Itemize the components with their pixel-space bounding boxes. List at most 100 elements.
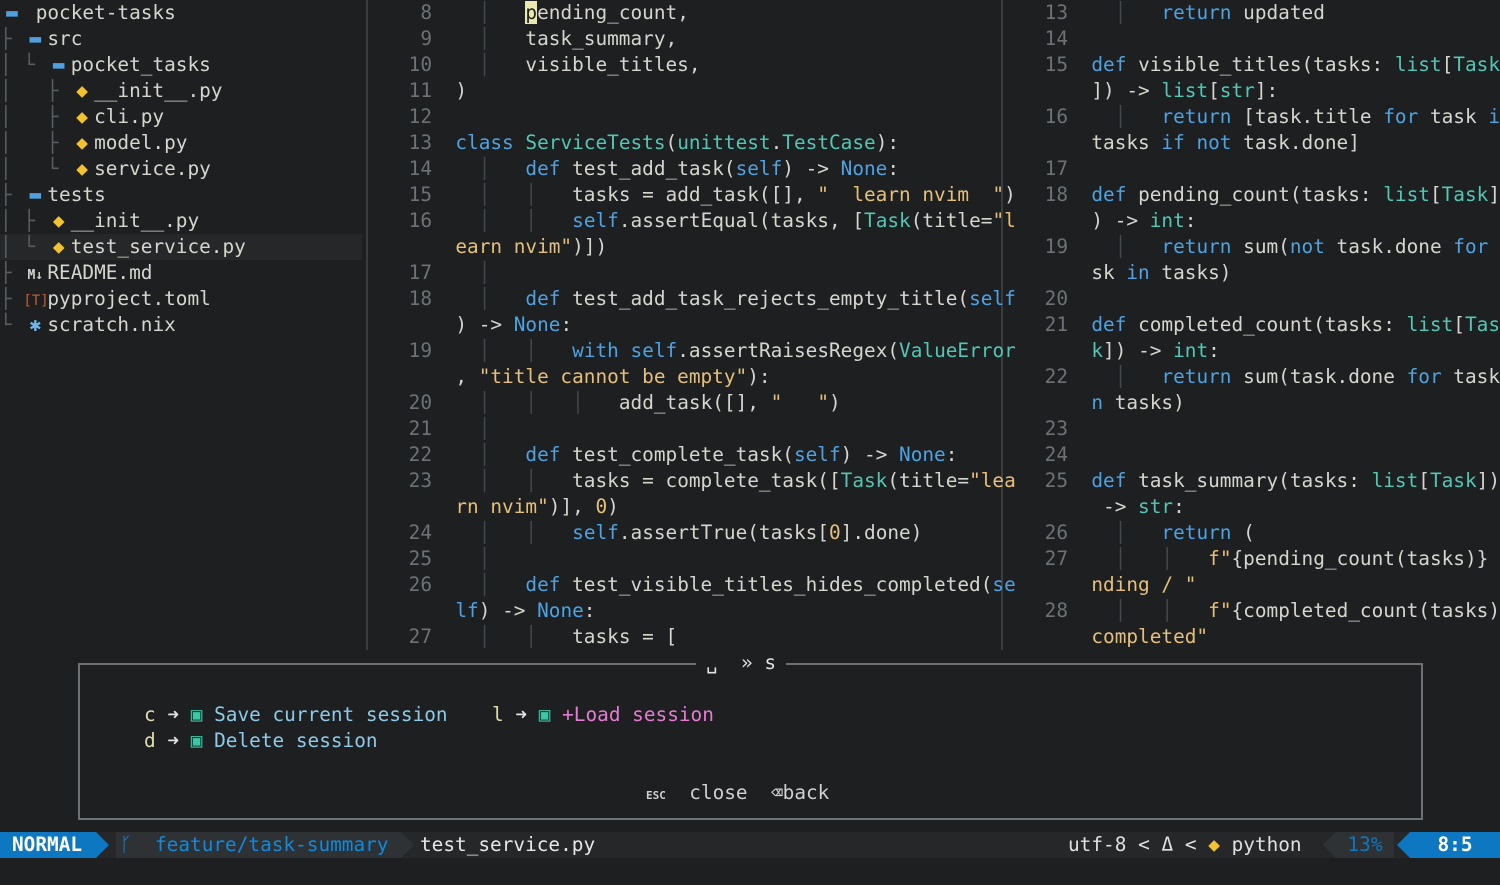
tree-item-test-service[interactable]: │ └ ◆ test_service.py: [0, 234, 362, 260]
code-line: 14: [1044, 27, 1068, 50]
code-line: 21 def completed_count(tasks: list[Tas: [1044, 313, 1500, 336]
tree-item-model[interactable]: │ ├ ◆ model.py: [0, 130, 362, 156]
folder-open-icon: ▬: [52, 53, 65, 76]
code-line: 13 │ return updated: [1044, 1, 1325, 24]
tree-item-pocket-tasks[interactable]: │ └ ▬ pocket_tasks: [0, 52, 362, 78]
powerline-separator: [401, 832, 414, 858]
window-separator[interactable]: [1001, 0, 1003, 650]
code-line: 23: [1044, 417, 1068, 440]
floppy-disk-icon: ▣: [190, 703, 203, 726]
code-line: 26 │ def test_visible_titles_hides_compl…: [408, 573, 1016, 596]
tree-item-tests-init[interactable]: │ ├ ◆ __init__.py: [0, 208, 362, 234]
code-line: 18 def pending_count(tasks: list[Task]: [1044, 183, 1500, 206]
python-icon: ◆: [76, 79, 88, 102]
code-line: 23 │ │ tasks = complete_task([Task(title…: [408, 469, 1016, 492]
code-line: ) -> int:: [1068, 209, 1197, 232]
tree-item-tests[interactable]: ├ ▬ tests: [0, 182, 362, 208]
tree-item-service[interactable]: │ └ ◆ service.py: [0, 156, 362, 182]
powerline-separator: [1323, 832, 1336, 858]
code-line: 27 │ │ tasks = [: [408, 625, 678, 648]
code-line: 27 │ │ f"{pending_count(tasks)} pe: [1044, 547, 1489, 570]
git-branch-icon: ᚴ: [120, 833, 132, 856]
folder-open-icon: ▬: [29, 27, 42, 50]
code-line: 11 ): [408, 79, 468, 102]
tree-item-pyproject[interactable]: ├ [T]pyproject.toml: [0, 286, 362, 312]
statusline: NORMAL ᚴ feature/task-summary test_servi…: [0, 832, 1500, 858]
code-line: 12: [408, 105, 432, 128]
close-hint[interactable]: close: [689, 781, 747, 804]
mode-indicator: NORMAL: [0, 832, 96, 858]
code-line: ) -> None:: [432, 313, 573, 336]
tree-item-cli[interactable]: │ ├ ◆ cli.py: [0, 104, 362, 130]
filetype: python: [1231, 833, 1302, 856]
linux-icon: Δ: [1161, 833, 1174, 856]
arrow-right-icon: ➜: [167, 703, 180, 726]
toml-icon: [T]: [23, 293, 49, 309]
code-line: 21 │: [408, 417, 491, 440]
code-line: 28 │ │ f"{completed_count(tasks)}: [1044, 599, 1500, 622]
code-line: 25 def task_summary(tasks: list[Task]): [1044, 469, 1500, 492]
status-filename: test_service.py: [420, 833, 596, 856]
which-key-entry-load[interactable]: l ➜ ▣ +Load session: [492, 702, 714, 728]
code-line: tasks if not task.done]: [1068, 131, 1360, 154]
code-line: 19 │ return sum(not task.done for ta: [1044, 235, 1489, 258]
code-line: 20: [1044, 287, 1068, 310]
folder-open-icon: ▬: [6, 1, 18, 24]
code-line: 19 │ │ with self.assertRaisesRegex(Value…: [408, 339, 1016, 362]
folder-open-icon: ▬: [29, 183, 42, 206]
code-line: lf) -> None:: [455, 599, 596, 622]
tree-item-readme[interactable]: ├ M↓ README.md: [0, 260, 362, 286]
powerline-separator: [1397, 832, 1410, 858]
tree-item-scratch[interactable]: └ ✱ scratch.nix: [0, 312, 362, 338]
code-line: 26 │ return (: [1044, 521, 1255, 544]
which-key-entry-delete[interactable]: d ➜ ▣ Delete session: [144, 728, 378, 754]
code-line: earn nvim")]): [455, 235, 608, 258]
tree-item-init[interactable]: │ ├ ◆ __init__.py: [0, 78, 362, 104]
code-line: 15 def visible_titles(tasks: list[Task: [1044, 53, 1500, 76]
code-line: 9 │ task_summary,: [420, 27, 678, 50]
code-line: 17: [1044, 157, 1068, 180]
code-line: 24: [1044, 443, 1068, 466]
esc-key-icon: ESC: [646, 789, 666, 802]
python-icon: ◆: [1208, 833, 1220, 856]
floppy-disk-icon: ▣: [190, 729, 203, 752]
code-line: nding / ": [1091, 573, 1197, 596]
scroll-progress: 13%: [1336, 832, 1394, 858]
which-key-entry-save[interactable]: c ➜ ▣ Save current session: [144, 702, 448, 728]
code-line: 22 │ def test_complete_task(self) -> Non…: [408, 443, 958, 466]
arrow-right-icon: ➜: [515, 703, 528, 726]
separator: <: [1138, 833, 1150, 856]
code-line: n tasks): [1091, 391, 1185, 414]
backspace-icon: ⌫: [770, 781, 783, 804]
python-icon: ◆: [52, 209, 65, 232]
code-line: sk in tasks): [1068, 261, 1232, 284]
code-line: 14 │ def test_add_task(self) -> None:: [408, 157, 900, 180]
cursor-position: 8:5: [1410, 832, 1500, 858]
code-line: 24 │ │ self.assertTrue(tasks[0].done): [408, 521, 923, 544]
code-line: 16 │ return [task.title for task in: [1044, 105, 1500, 128]
code-line: ]) -> list[str]:: [1068, 79, 1279, 102]
window-separator[interactable]: [366, 0, 368, 650]
code-line: completed": [1091, 625, 1209, 648]
nix-icon: ✱: [29, 313, 42, 336]
floppy-disk-icon: ▣: [538, 703, 551, 726]
file-tree[interactable]: ▬ pocket-tasks ├ ▬ src │ └ ▬ pocket_tasks …: [0, 0, 366, 650]
encoding: utf-8: [1068, 833, 1127, 856]
code-line: 16 │ │ self.assertEqual(tasks, [Task(tit…: [408, 209, 1016, 232]
code-line: 20 │ │ │ add_task([], " "): [408, 391, 841, 414]
code-line: 15 │ │ tasks = add_task([], " learn nvim…: [408, 183, 1016, 206]
code-line: 13 class ServiceTests(unittest.TestCase)…: [408, 131, 900, 154]
python-icon: ◆: [76, 105, 88, 128]
separator: <: [1184, 833, 1197, 856]
which-key-footer: ESC close ⌫back: [646, 780, 829, 806]
python-icon: ◆: [76, 157, 88, 180]
code-line: -> str:: [1068, 495, 1185, 518]
code-line: k]) -> int:: [1091, 339, 1220, 362]
code-line: , "title cannot be empty"):: [432, 365, 771, 388]
arrow-right-icon: ➜: [167, 729, 180, 752]
git-branch[interactable]: ᚴ feature/task-summary: [116, 832, 401, 858]
tree-root[interactable]: ▬ pocket-tasks: [0, 0, 362, 26]
tree-item-src[interactable]: ├ ▬ src: [0, 26, 362, 52]
back-hint[interactable]: back: [783, 781, 830, 804]
code-line: rn nvim")], 0): [455, 495, 619, 518]
